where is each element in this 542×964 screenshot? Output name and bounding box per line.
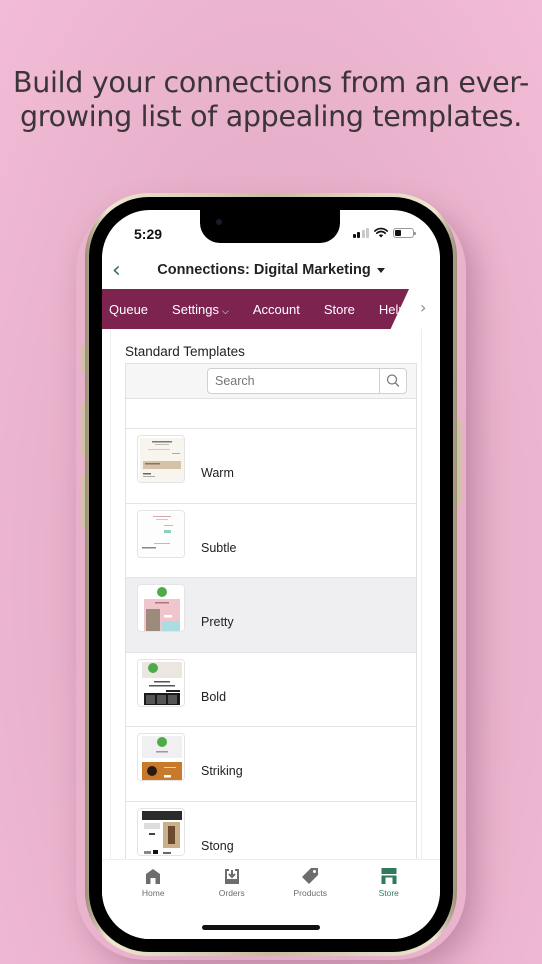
battery-level (395, 229, 401, 236)
template-thumbnail-bold (137, 658, 185, 707)
template-thumbnail-pretty (137, 584, 185, 632)
template-thumbnail-warm (137, 435, 185, 483)
orders-inbox-icon (224, 869, 239, 884)
table-toolbar (126, 364, 416, 399)
table-blank-row (126, 399, 416, 429)
tab-store[interactable]: Store (350, 860, 429, 939)
tab-home-label: Home (141, 888, 165, 898)
signal-bar (361, 229, 365, 238)
battery-icon (393, 227, 416, 238)
tab-orders-label: Orders (218, 888, 245, 898)
signal-bar (366, 227, 369, 238)
menu-item-store[interactable]: Store (324, 302, 355, 317)
connection-selector[interactable]: Connections: Digital Marketing (102, 262, 440, 278)
tab-home[interactable]: Home (114, 860, 193, 939)
template-row-bold[interactable]: Bold (126, 652, 416, 727)
storefront-icon (381, 868, 397, 884)
search-icon (386, 374, 400, 387)
front-camera (216, 219, 222, 225)
phone-power-button (457, 420, 461, 505)
headline-line-1: Build your connections from an ever- (13, 66, 529, 99)
templates-panel: Standard Templates Search Warm Subtle Pr… (110, 329, 422, 877)
status-time: 5:29 (134, 226, 163, 242)
home-indicator[interactable] (202, 925, 320, 930)
template-name: Bold (201, 689, 227, 704)
template-name: Stong (201, 838, 234, 853)
caret-down-icon (376, 267, 385, 273)
template-row-striking[interactable]: Striking (126, 727, 416, 802)
template-row-pretty[interactable]: Pretty (126, 578, 416, 653)
status-icons (352, 227, 416, 238)
cellular-signal-icon (352, 227, 369, 238)
navigation-bar: ‹ Connections: Digital Marketing (102, 254, 440, 290)
bottom-tab-bar: Home Orders Products Store (102, 859, 440, 939)
template-thumbnail-striking (137, 733, 185, 781)
menu-item-account[interactable]: Account (253, 302, 300, 317)
menu-item-queue[interactable]: Queue (109, 302, 148, 317)
menu-item-settings-label: Settings (172, 301, 220, 317)
template-name: Striking (201, 764, 243, 778)
template-row-warm[interactable]: Warm (126, 429, 416, 504)
tab-store-label: Store (378, 888, 399, 898)
template-name: Pretty (201, 615, 234, 629)
marketing-headline: Build your connections from an ever- gro… (0, 66, 542, 134)
menu-scroll-right-icon[interactable]: › (420, 298, 426, 317)
template-row-subtle[interactable]: Subtle (126, 503, 416, 578)
signal-bar (352, 233, 356, 238)
phone-bezel: 5:29 ‹ Connections: Digital Marketing Qu… (89, 197, 453, 952)
template-name: Subtle (201, 540, 237, 555)
menu-item-settings[interactable]: Settings ⌵ (172, 302, 229, 317)
section-title: Standard Templates (125, 344, 245, 359)
search-input[interactable] (207, 368, 379, 394)
menu-item-help[interactable]: Help (379, 302, 406, 317)
phone-frame: 5:29 ‹ Connections: Digital Marketing Qu… (85, 193, 457, 956)
template-thumbnail-subtle (137, 509, 185, 558)
wifi-icon (374, 227, 388, 238)
tab-products-label: Products (293, 888, 328, 898)
page-title: Connections: Digital Marketing (157, 262, 371, 278)
notch (200, 210, 340, 243)
phone-screen: 5:29 ‹ Connections: Digital Marketing Qu… (102, 210, 440, 939)
templates-table: Warm (125, 363, 417, 877)
search-button[interactable] (379, 368, 407, 394)
chevron-down-icon: ⌵ (222, 305, 229, 316)
template-name: Warm (201, 466, 234, 480)
top-menu: Queue Settings ⌵ Account Store Help (102, 289, 409, 329)
tag-icon (302, 868, 319, 884)
home-icon (146, 869, 161, 884)
signal-bar (357, 231, 360, 238)
headline-line-2: growing list of appealing templates. (20, 100, 522, 133)
template-thumbnail-stong (137, 807, 185, 856)
